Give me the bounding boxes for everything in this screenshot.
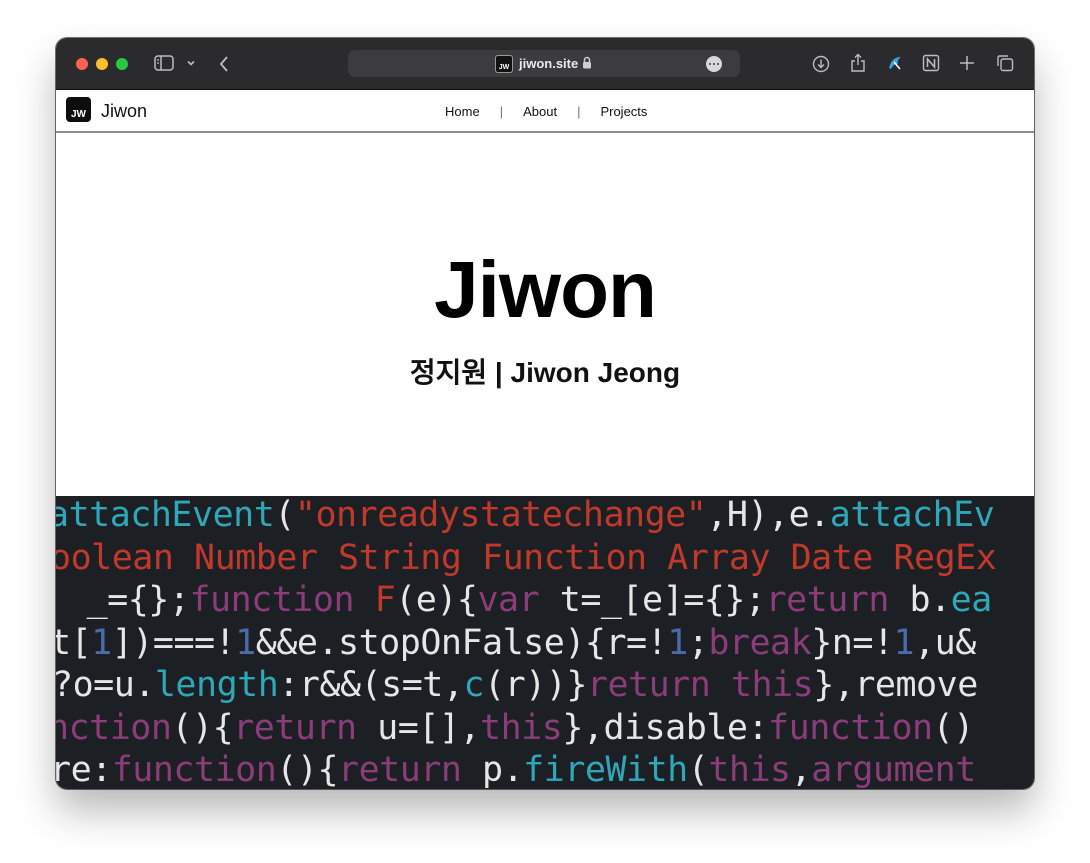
code-token: nction <box>56 707 172 748</box>
code-token: _={}; <box>66 580 190 620</box>
back-icon[interactable] <box>218 55 230 73</box>
code-token: F <box>374 580 396 620</box>
zoom-window-button[interactable] <box>116 58 128 70</box>
code-token: return <box>586 665 711 705</box>
code-token: },disable: <box>562 707 769 748</box>
code-token: (r))} <box>484 665 587 705</box>
code-token: this <box>708 750 791 789</box>
notion-icon[interactable] <box>922 54 940 72</box>
code-token: 1 <box>91 622 112 663</box>
code-token: length <box>154 665 279 705</box>
code-line: attachEvent("onreadystatechange",H),e.at… <box>56 496 995 535</box>
code-token: var <box>477 580 540 620</box>
sidebar-icon[interactable] <box>154 55 174 71</box>
site-navbar: JW Jiwon Home | About | Projects <box>56 90 1034 133</box>
code-token: 1 <box>235 622 256 663</box>
url-text: jiwon.site <box>519 56 579 71</box>
code-token: u=[], <box>356 707 481 748</box>
code-token: c <box>463 665 485 705</box>
code-token: ( <box>274 496 295 535</box>
browser-window: JW jiwon.site JW Jiwon Home | About | Pr… <box>56 38 1034 789</box>
code-token: function <box>111 750 277 789</box>
code-token: t[ <box>56 622 92 663</box>
code-token: "onreadystatechange" <box>294 496 707 535</box>
code-token: this <box>730 665 814 705</box>
brand-name[interactable]: Jiwon <box>101 101 147 122</box>
more-icon[interactable] <box>706 56 722 72</box>
code-token: oolean Number String Function Array Date… <box>56 537 997 578</box>
code-line: oolean Number String Function Array Date… <box>56 537 997 578</box>
code-line: _={};function F(e){var t=_[e]={};return … <box>66 580 993 620</box>
code-token: argument <box>811 750 976 789</box>
share-icon[interactable] <box>850 53 866 73</box>
code-line: ?o=u.length:r&&(s=t,c(r))}return this},r… <box>56 665 978 705</box>
code-token: (){ <box>276 750 339 789</box>
code-token: p. <box>461 750 524 789</box>
nav-separator: | <box>577 104 581 119</box>
code-token: () <box>932 707 975 748</box>
extension-icon[interactable] <box>886 54 904 72</box>
code-line: nction(){return u=[],this},disable:funct… <box>56 708 974 748</box>
code-token: 1 <box>667 622 688 663</box>
nav-home-link[interactable]: Home <box>445 104 480 119</box>
browser-toolbar: JW jiwon.site <box>56 38 1034 90</box>
code-token: ea <box>950 580 993 620</box>
nav-links: Home | About | Projects <box>445 104 647 119</box>
code-token: }n=! <box>811 622 894 663</box>
code-token: break <box>708 622 812 663</box>
code-token: return <box>233 707 357 748</box>
code-token: b. <box>888 580 951 620</box>
download-icon[interactable] <box>812 55 830 73</box>
lock-icon <box>582 56 592 74</box>
code-token: ?o=u. <box>56 665 155 705</box>
code-token: return <box>338 750 462 789</box>
hero-title: Jiwon <box>434 245 657 334</box>
code-token: fireWith <box>523 750 688 789</box>
code-line: re:function(){return p.fireWith(this,arg… <box>56 750 976 789</box>
code-token: function <box>768 707 933 748</box>
close-window-button[interactable] <box>76 58 88 70</box>
code-token: 1 <box>893 622 915 663</box>
site-favicon: JW <box>495 55 513 73</box>
code-token: (){ <box>171 707 234 748</box>
code-token: ,u& <box>914 622 976 663</box>
code-token: function <box>189 580 355 620</box>
plus-icon[interactable] <box>959 55 975 71</box>
code-token: re: <box>56 750 112 789</box>
nav-about-link[interactable]: About <box>523 104 557 119</box>
code-token: :r&&(s=t, <box>278 665 464 705</box>
minimize-window-button[interactable] <box>96 58 108 70</box>
code-token: (e){ <box>395 580 478 620</box>
address-bar[interactable]: JW jiwon.site <box>348 50 740 77</box>
code-token: t=_[e]={}; <box>539 580 766 620</box>
code-token: ( <box>687 750 709 789</box>
hero-section: Jiwon 정지원 | Jiwon Jeong <box>56 135 1034 497</box>
code-token: , <box>790 750 812 789</box>
code-token: &&e.stopOnFalse){r=! <box>255 622 668 663</box>
hero-subtitle: 정지원 | Jiwon Jeong <box>409 357 681 388</box>
code-token: attachEv <box>829 496 995 535</box>
code-token: ; <box>687 622 709 663</box>
nav-separator: | <box>499 104 504 119</box>
nav-projects-link[interactable]: Projects <box>600 104 647 119</box>
code-banner-image: attachEvent("onreadystatechange",H),e.at… <box>56 496 1034 789</box>
code-token: attachEvent <box>56 496 275 535</box>
site-logo[interactable]: JW <box>66 97 91 122</box>
code-token: },remove <box>813 665 978 705</box>
code-line: t[1])===!1&&e.stopOnFalse){r=!1;break}n=… <box>56 623 976 663</box>
code-token: ])===! <box>111 622 236 663</box>
tabs-icon[interactable] <box>996 54 1014 72</box>
chevron-down-icon[interactable] <box>186 60 196 67</box>
code-token: this <box>480 707 563 748</box>
code-token: ,H),e. <box>706 496 830 535</box>
code-token: return <box>765 580 889 620</box>
